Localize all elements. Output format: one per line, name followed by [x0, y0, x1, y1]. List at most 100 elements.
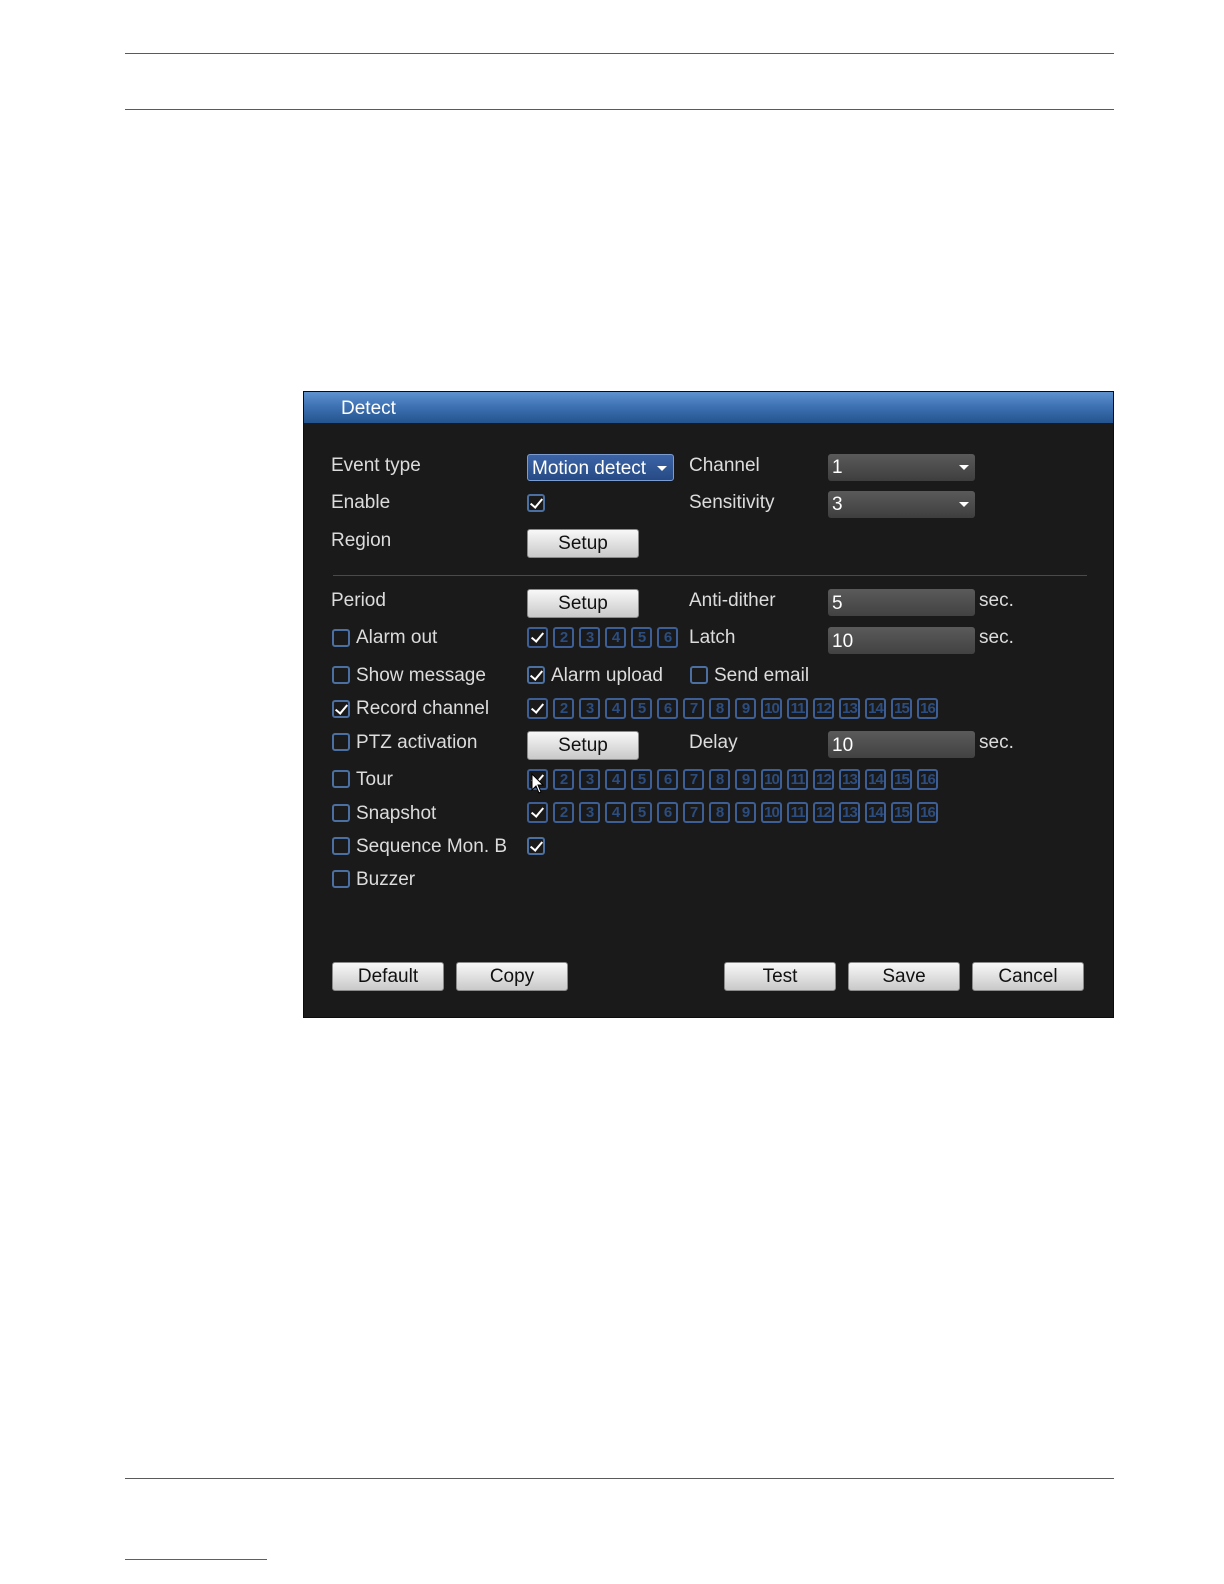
- snapshot-channel-8[interactable]: 8: [709, 802, 730, 823]
- record-channel-9[interactable]: 9: [735, 698, 756, 719]
- snapshot-channel-9[interactable]: 9: [735, 802, 756, 823]
- record-channel-1[interactable]: 1: [527, 698, 548, 719]
- record-channel-12[interactable]: 12: [813, 698, 834, 719]
- snapshot-channel-3[interactable]: 3: [579, 802, 600, 823]
- enable-checkbox[interactable]: [527, 494, 545, 512]
- default-button[interactable]: Default: [332, 962, 444, 991]
- tour-channel-12[interactable]: 12: [813, 769, 834, 790]
- record-channel-11[interactable]: 11: [787, 698, 808, 719]
- tour-channel-9[interactable]: 9: [735, 769, 756, 790]
- alarm-upload-label: Alarm upload: [551, 665, 663, 686]
- record-channel-8[interactable]: 8: [709, 698, 730, 719]
- alarm-out-channel-3[interactable]: 3: [579, 627, 600, 648]
- tour-channel-10[interactable]: 10: [761, 769, 782, 790]
- ptz-activation-label: PTZ activation: [356, 732, 478, 753]
- tour-channel-3[interactable]: 3: [579, 769, 600, 790]
- sequence-mon-b-option-checkbox[interactable]: [527, 837, 545, 855]
- alarm-out-channel-4[interactable]: 4: [605, 627, 626, 648]
- record-channel-4[interactable]: 4: [605, 698, 626, 719]
- snapshot-channel-2[interactable]: 2: [553, 802, 574, 823]
- tour-channel-4[interactable]: 4: [605, 769, 626, 790]
- tour-checkbox[interactable]: [332, 770, 350, 788]
- period-setup-button[interactable]: Setup: [527, 589, 639, 618]
- anti-dither-value: 5: [832, 593, 843, 614]
- sensitivity-value: 3: [832, 494, 843, 515]
- record-channel-16[interactable]: 16: [917, 698, 938, 719]
- show-message-checkbox[interactable]: [332, 666, 350, 684]
- latch-value: 10: [832, 631, 854, 652]
- tour-channel-13[interactable]: 13: [839, 769, 860, 790]
- snapshot-channel-5[interactable]: 5: [631, 802, 652, 823]
- record-channel-14[interactable]: 14: [865, 698, 886, 719]
- alarm-out-channel-6[interactable]: 6: [657, 627, 678, 648]
- snapshot-channel-14[interactable]: 14: [865, 802, 886, 823]
- cancel-button[interactable]: Cancel: [972, 962, 1084, 991]
- send-email-checkbox[interactable]: [690, 666, 708, 684]
- snapshot-checkbox[interactable]: [332, 804, 350, 822]
- enable-label: Enable: [331, 492, 391, 513]
- snapshot-channel-15[interactable]: 15: [891, 802, 912, 823]
- snapshot-channel-12[interactable]: 12: [813, 802, 834, 823]
- show-message-label: Show message: [356, 665, 486, 686]
- region-setup-button[interactable]: Setup: [527, 529, 639, 558]
- snapshot-channel-7[interactable]: 7: [683, 802, 704, 823]
- snapshot-channel-6[interactable]: 6: [657, 802, 678, 823]
- ptz-activation-checkbox[interactable]: [332, 733, 350, 751]
- footer-link-underline: [125, 1559, 267, 1560]
- alarm-out-channel-2[interactable]: 2: [553, 627, 574, 648]
- section-divider: [333, 575, 1087, 576]
- record-channel-label: Record channel: [356, 698, 490, 719]
- event-type-select[interactable]: Motion detect: [527, 454, 674, 481]
- record-channel-3[interactable]: 3: [579, 698, 600, 719]
- snapshot-channel-13[interactable]: 13: [839, 802, 860, 823]
- snapshot-channel-16[interactable]: 16: [917, 802, 938, 823]
- alarm-upload-checkbox[interactable]: [527, 666, 545, 684]
- snapshot-channel-1[interactable]: 1: [527, 802, 548, 823]
- latch-unit: sec.: [979, 627, 1014, 648]
- record-channel-6[interactable]: 6: [657, 698, 678, 719]
- record-channel-10[interactable]: 10: [761, 698, 782, 719]
- test-button[interactable]: Test: [724, 962, 836, 991]
- tour-channel-5[interactable]: 5: [631, 769, 652, 790]
- chevron-down-icon: [959, 502, 969, 507]
- tour-channel-6[interactable]: 6: [657, 769, 678, 790]
- footer-rule: [125, 1478, 1114, 1479]
- delay-input[interactable]: 10: [828, 731, 975, 758]
- ptz-setup-button[interactable]: Setup: [527, 731, 639, 760]
- record-channel-2[interactable]: 2: [553, 698, 574, 719]
- copy-button[interactable]: Copy: [456, 962, 568, 991]
- record-channel-5[interactable]: 5: [631, 698, 652, 719]
- save-button[interactable]: Save: [848, 962, 960, 991]
- sensitivity-label: Sensitivity: [689, 492, 775, 513]
- tour-channel-15[interactable]: 15: [891, 769, 912, 790]
- tour-channel-16[interactable]: 16: [917, 769, 938, 790]
- event-type-label: Event type: [331, 455, 421, 476]
- period-label: Period: [331, 590, 386, 611]
- alarm-out-channel-5[interactable]: 5: [631, 627, 652, 648]
- record-channel-7[interactable]: 7: [683, 698, 704, 719]
- buzzer-checkbox[interactable]: [332, 870, 350, 888]
- anti-dither-unit: sec.: [979, 590, 1014, 611]
- sensitivity-select[interactable]: 3: [828, 491, 975, 518]
- tour-channel-7[interactable]: 7: [683, 769, 704, 790]
- latch-input[interactable]: 10: [828, 627, 975, 654]
- record-channel-13[interactable]: 13: [839, 698, 860, 719]
- record-channel-checkbox[interactable]: [332, 700, 350, 718]
- anti-dither-input[interactable]: 5: [828, 589, 975, 616]
- alarm-out-label: Alarm out: [356, 627, 438, 648]
- record-channel-15[interactable]: 15: [891, 698, 912, 719]
- channel-label: Channel: [689, 455, 760, 476]
- sequence-mon-b-checkbox[interactable]: [332, 837, 350, 855]
- snapshot-channel-10[interactable]: 10: [761, 802, 782, 823]
- tour-channel-14[interactable]: 14: [865, 769, 886, 790]
- send-email-label: Send email: [714, 665, 810, 686]
- snapshot-channel-11[interactable]: 11: [787, 802, 808, 823]
- alarm-out-channel-1[interactable]: 1: [527, 627, 548, 648]
- snapshot-channel-4[interactable]: 4: [605, 802, 626, 823]
- tour-channel-2[interactable]: 2: [553, 769, 574, 790]
- alarm-out-checkbox[interactable]: [332, 629, 350, 647]
- channel-select[interactable]: 1: [828, 454, 975, 481]
- event-type-value: Motion detect: [532, 458, 647, 479]
- tour-channel-8[interactable]: 8: [709, 769, 730, 790]
- tour-channel-11[interactable]: 11: [787, 769, 808, 790]
